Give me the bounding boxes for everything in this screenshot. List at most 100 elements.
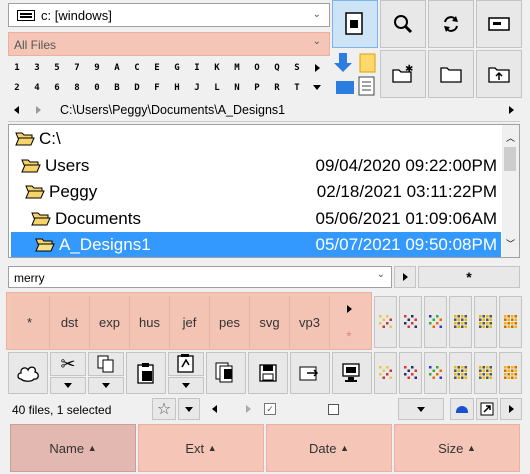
column-header-ext[interactable]: Ext ▲ xyxy=(138,424,264,472)
ext-filter-button[interactable]: pes xyxy=(210,296,250,348)
jump-key[interactable]: H xyxy=(170,80,184,95)
ext-filter-button[interactable]: jef xyxy=(170,296,210,348)
check-toggle[interactable]: ✓ xyxy=(264,403,276,415)
cut-button[interactable]: ✂ xyxy=(50,352,86,376)
folder-button[interactable] xyxy=(428,50,474,98)
tree-row[interactable]: Peggy 02/18/2021 03:11:22PM xyxy=(11,179,501,205)
favorite-button[interactable]: ☆ xyxy=(152,398,176,420)
jump-key[interactable]: P xyxy=(250,80,264,95)
scroll-up-icon[interactable]: ︿ xyxy=(506,131,515,144)
jump-key[interactable]: Q xyxy=(270,60,284,75)
jump-key[interactable]: B xyxy=(110,80,124,95)
eject-button[interactable] xyxy=(450,398,474,420)
tree-row[interactable]: C:\ xyxy=(11,126,501,152)
jump-key[interactable]: 6 xyxy=(50,80,64,95)
jump-key[interactable]: 0 xyxy=(90,80,104,95)
stitch-view-button[interactable] xyxy=(474,296,497,348)
machine-button[interactable] xyxy=(332,352,372,394)
jump-key[interactable]: J xyxy=(190,80,204,95)
stitch-view-button[interactable] xyxy=(499,296,522,348)
select-all-checkbox[interactable] xyxy=(328,404,339,415)
jump-key[interactable]: M xyxy=(230,60,244,75)
jump-key[interactable]: K xyxy=(210,60,224,75)
tree-row[interactable]: A_Designs1 05/07/2021 09:50:08PM xyxy=(11,232,501,257)
jump-key[interactable]: 1 xyxy=(10,60,24,75)
stitch-view-button[interactable] xyxy=(449,296,472,348)
jump-key[interactable]: F xyxy=(150,80,164,95)
parent-folder-button[interactable] xyxy=(476,50,522,98)
wildcard-button[interactable]: * xyxy=(418,266,520,288)
tree-scrollbar[interactable]: ︿ ﹀ xyxy=(502,125,519,257)
jump-key[interactable]: 3 xyxy=(30,60,44,75)
favorite-dropdown[interactable] xyxy=(178,398,200,420)
properties-button[interactable] xyxy=(476,0,522,48)
jump-key[interactable]: L xyxy=(210,80,224,95)
column-header-date[interactable]: Date ▲ xyxy=(266,424,392,472)
file-type-filter[interactable]: All Files ⌄ xyxy=(8,32,330,56)
jump-key[interactable]: 2 xyxy=(10,80,24,95)
column-header-name[interactable]: Name ▲ xyxy=(10,424,136,472)
keys-next-button[interactable] xyxy=(310,60,324,75)
next-button[interactable] xyxy=(246,405,251,413)
stitch-view-button[interactable] xyxy=(474,352,497,394)
column-header-size[interactable]: Size ▲ xyxy=(394,424,520,472)
scroll-down-icon[interactable]: ﹀ xyxy=(506,237,515,250)
jump-key[interactable]: 5 xyxy=(50,60,64,75)
path-scroll-right[interactable] xyxy=(509,106,514,114)
stitch-view-button[interactable] xyxy=(449,352,472,394)
prev-button[interactable] xyxy=(212,405,217,413)
ext-star-button[interactable]: * xyxy=(330,323,368,348)
status-next-button[interactable] xyxy=(500,398,522,420)
jump-key[interactable]: O xyxy=(250,60,264,75)
ext-filter-button[interactable]: svg xyxy=(250,296,290,348)
pages-button[interactable] xyxy=(206,352,246,394)
copy-button[interactable] xyxy=(88,352,124,376)
forward-button[interactable] xyxy=(36,106,41,114)
search-button[interactable] xyxy=(380,0,426,48)
export-button[interactable] xyxy=(290,352,330,394)
back-button[interactable] xyxy=(14,106,19,114)
stitch-view-button[interactable] xyxy=(424,352,447,394)
search-go-button[interactable] xyxy=(394,266,416,288)
view-dropdown[interactable] xyxy=(398,398,444,420)
ext-filter-button[interactable]: * xyxy=(10,296,50,348)
paste-dropdown[interactable] xyxy=(168,377,204,394)
keys-dropdown-button[interactable] xyxy=(310,80,324,95)
move-button[interactable] xyxy=(332,50,378,98)
jump-key[interactable]: G xyxy=(170,60,184,75)
paste-special-button[interactable] xyxy=(168,352,204,376)
new-folder-button[interactable]: ✱ xyxy=(380,50,426,98)
jump-key[interactable]: C xyxy=(130,60,144,75)
save-button[interactable] xyxy=(248,352,288,394)
jump-key[interactable]: I xyxy=(190,60,204,75)
jump-key[interactable]: R xyxy=(270,80,284,95)
show-info-button[interactable] xyxy=(332,0,378,48)
stitch-view-button[interactable] xyxy=(374,296,397,348)
jump-key[interactable]: 7 xyxy=(70,60,84,75)
ext-filter-button[interactable]: hus xyxy=(130,296,170,348)
tree-row[interactable]: Documents 05/06/2021 01:09:06AM xyxy=(11,206,501,232)
shape-button[interactable] xyxy=(8,352,48,394)
jump-key[interactable]: E xyxy=(150,60,164,75)
jump-key[interactable]: 8 xyxy=(70,80,84,95)
jump-key[interactable]: T xyxy=(290,80,304,95)
stitch-view-button[interactable] xyxy=(399,352,422,394)
drive-select[interactable]: c: [windows] ⌄ xyxy=(8,3,330,27)
ext-more-button[interactable] xyxy=(330,296,368,322)
tree-row[interactable]: Users 09/04/2020 09:22:00PM xyxy=(11,153,501,179)
ext-filter-button[interactable]: vp3 xyxy=(290,296,330,348)
jump-key[interactable]: N xyxy=(230,80,244,95)
jump-key[interactable]: A xyxy=(110,60,124,75)
stitch-view-button[interactable] xyxy=(399,296,422,348)
cut-dropdown[interactable] xyxy=(50,377,86,394)
stitch-view-button[interactable] xyxy=(499,352,522,394)
ext-filter-button[interactable]: exp xyxy=(90,296,130,348)
paste-button[interactable] xyxy=(126,352,166,394)
copy-dropdown[interactable] xyxy=(88,377,124,394)
jump-key[interactable]: D xyxy=(130,80,144,95)
refresh-button[interactable] xyxy=(428,0,474,48)
open-external-button[interactable] xyxy=(476,398,498,420)
ext-filter-button[interactable]: dst xyxy=(50,296,90,348)
stitch-view-button[interactable] xyxy=(374,352,397,394)
jump-key[interactable]: 4 xyxy=(30,80,44,95)
